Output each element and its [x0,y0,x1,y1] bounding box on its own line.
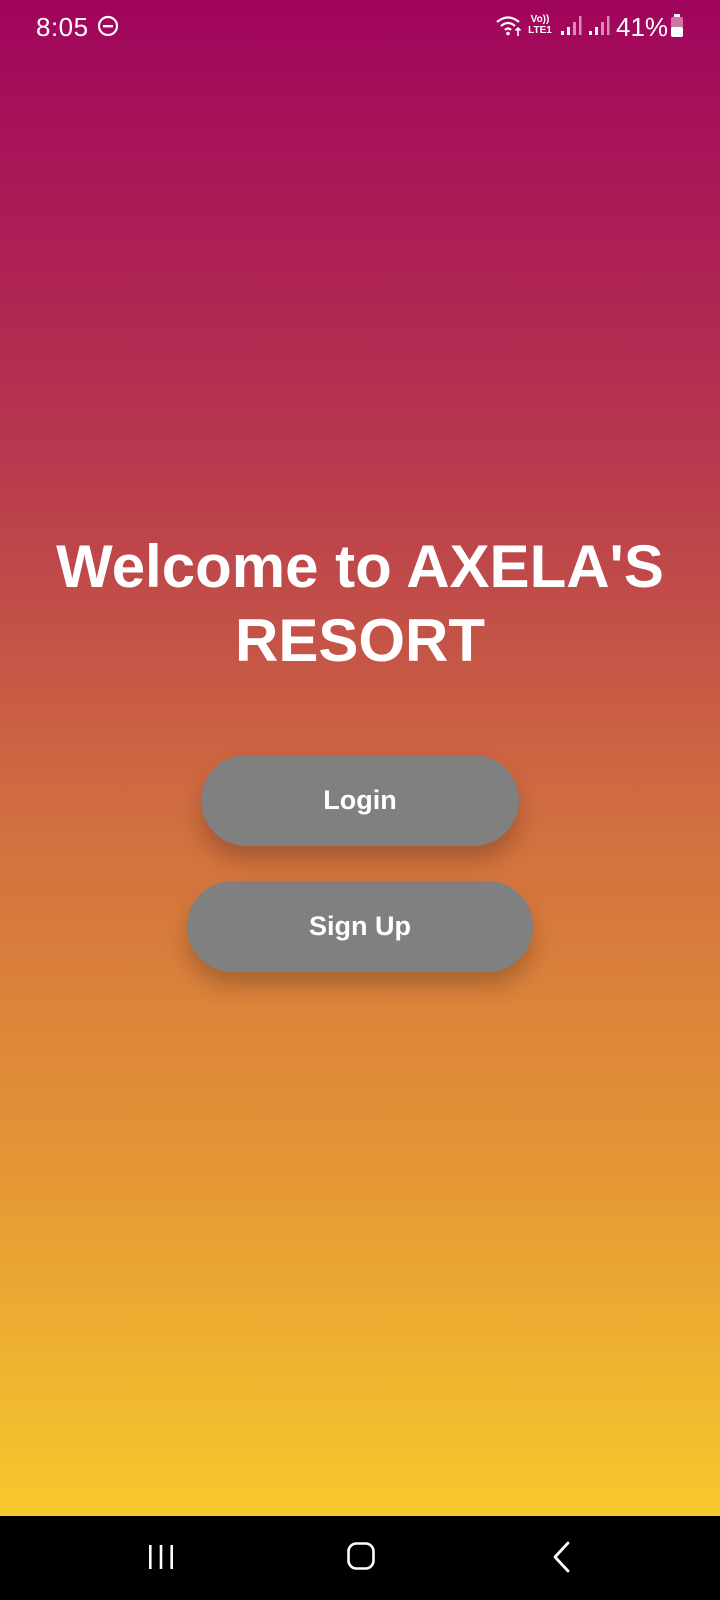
back-icon[interactable] [550,1540,574,1574]
volte-label: Vo)) [530,14,550,25]
signal-icon [589,16,610,35]
battery-percent: 41% [616,12,669,42]
signup-button[interactable]: Sign Up [187,881,533,972]
home-icon[interactable] [346,1541,376,1571]
login-button[interactable]: Login [201,755,519,846]
volte-icon: Vo)) LTE1 [526,14,554,36]
lte-label: LTE1 [528,25,552,36]
app-screen: 8:05 Vo)) LTE1 41% Welcome to AXELA'S RE… [0,0,720,1600]
welcome-title: Welcome to AXELA'S RESORT [56,533,664,674]
recents-icon[interactable] [146,1542,176,1572]
signal-icon [561,16,582,35]
wifi-icon [496,16,522,36]
navigation-bar [0,1516,720,1600]
do-not-disturb-icon [97,15,119,37]
battery-icon [671,14,683,37]
status-bar: 8:05 Vo)) LTE1 41% [0,0,720,54]
status-time: 8:05 [36,12,89,42]
